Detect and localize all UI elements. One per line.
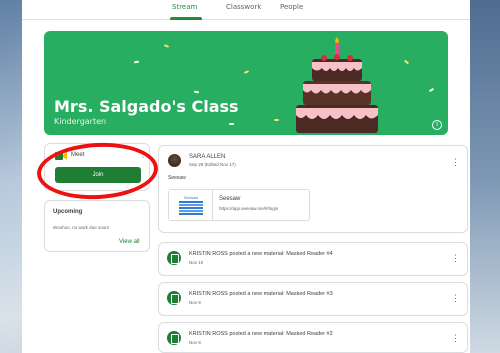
material-row[interactable]: KRISTIN ROSS posted a new material: Mask…: [158, 322, 468, 353]
material-date: Nov 8: [189, 340, 201, 345]
material-date: Nov 10: [189, 260, 204, 265]
tab-people[interactable]: People: [280, 3, 303, 11]
seesaw-logo-icon: Seesaw: [179, 195, 203, 215]
announcement-card: SARA ALLEN Sep 29 (Edited Nov 17) ⋮ Sees…: [158, 145, 468, 233]
tab-stream[interactable]: Stream: [172, 3, 197, 11]
confetti: [193, 90, 200, 94]
more-options-icon[interactable]: ⋮: [451, 293, 460, 304]
material-row[interactable]: KRISTIN ROSS posted a new material: Mask…: [158, 282, 468, 316]
active-tab-indicator: [170, 17, 202, 20]
confetti: [229, 123, 234, 125]
tab-classwork[interactable]: Classwork: [226, 3, 261, 11]
material-date: Nov 9: [189, 300, 201, 305]
material-title: KRISTIN ROSS posted a new material: Mask…: [189, 331, 333, 337]
confetti: [403, 59, 410, 65]
classroom-page: Stream Classwork People Mrs. Salgado's C…: [22, 0, 470, 353]
post-author: SARA ALLEN: [189, 154, 226, 160]
avatar: [168, 154, 181, 167]
class-title: Mrs. Salgado's Class: [54, 97, 239, 116]
more-options-icon[interactable]: ⋮: [451, 157, 460, 168]
attachment-title: Seesaw: [219, 196, 241, 202]
class-banner: Mrs. Salgado's Class Kindergarten i: [44, 31, 448, 135]
upcoming-empty-text: Woohoo, no work due soon!: [53, 225, 109, 230]
thumb-label: Seesaw: [184, 195, 198, 200]
class-info-icon[interactable]: i: [432, 120, 442, 130]
confetti: [243, 70, 250, 74]
class-section: Kindergarten: [54, 117, 107, 126]
assignment-icon: [167, 331, 181, 345]
birthday-cake-illustration: [296, 37, 378, 133]
post-body: Seesaw: [168, 175, 186, 181]
material-title: KRISTIN ROSS posted a new material: Mask…: [189, 291, 333, 297]
view-all-link[interactable]: View all: [119, 239, 140, 245]
top-nav: Stream Classwork People: [22, 0, 470, 20]
link-attachment[interactable]: Seesaw Seesaw https://app.seesaw.me/#/lo…: [168, 189, 310, 221]
upcoming-card: Upcoming Woohoo, no work due soon! View …: [44, 200, 150, 252]
confetti: [274, 119, 279, 121]
more-options-icon[interactable]: ⋮: [451, 333, 460, 344]
material-title: KRISTIN ROSS posted a new material: Mask…: [189, 251, 333, 257]
confetti: [428, 87, 435, 93]
confetti: [133, 60, 140, 64]
post-date: Sep 29 (Edited Nov 17): [189, 162, 236, 167]
confetti: [163, 44, 170, 48]
upcoming-title: Upcoming: [53, 209, 83, 215]
attachment-url: https://app.seesaw.me/#/login: [219, 206, 279, 211]
more-options-icon[interactable]: ⋮: [451, 253, 460, 264]
assignment-icon: [167, 251, 181, 265]
attachment-thumbnail: Seesaw: [169, 190, 213, 220]
material-row[interactable]: KRISTIN ROSS posted a new material: Mask…: [158, 242, 468, 276]
assignment-icon: [167, 291, 181, 305]
